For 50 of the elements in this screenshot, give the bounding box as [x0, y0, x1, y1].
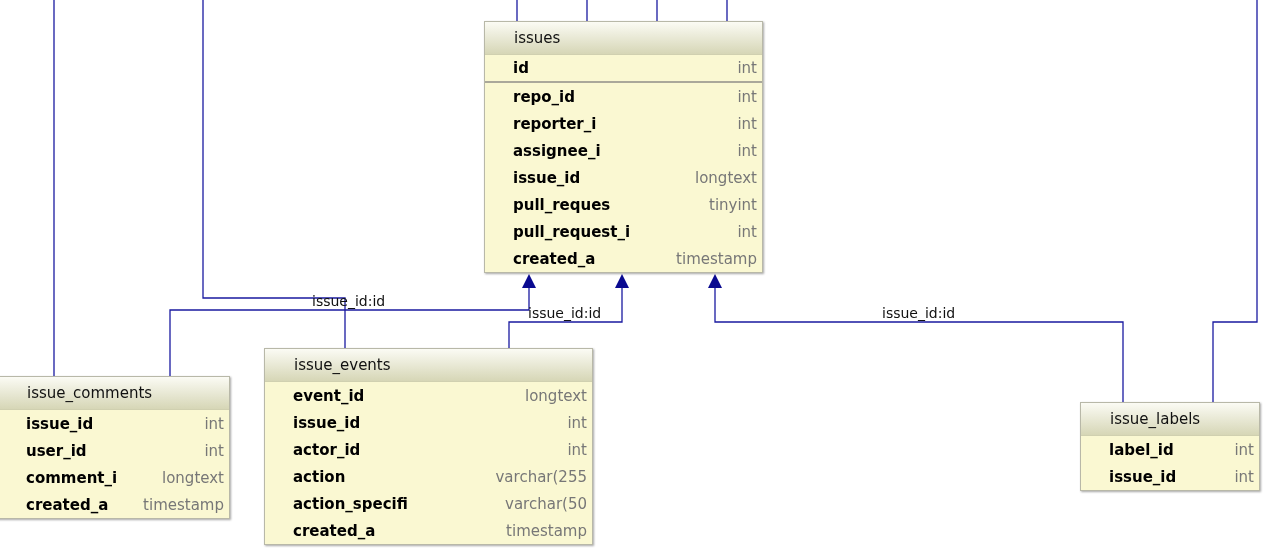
column-name: issue_id: [293, 413, 361, 432]
column-type: int: [204, 414, 224, 433]
column-name: actor_id: [293, 440, 361, 459]
column-name: repo_id: [513, 87, 575, 106]
column-name: pull_request_i: [513, 222, 631, 241]
column-type: int: [737, 87, 757, 106]
column-name: comment_i: [26, 468, 118, 487]
column-name: pull_reques: [513, 195, 611, 214]
connector-line: [726, 0, 728, 22]
column-name: issue_id: [26, 414, 94, 433]
column-type: timestamp: [676, 249, 757, 268]
relationship-label: issue_id:id: [528, 305, 602, 321]
column-type: timestamp: [143, 495, 224, 514]
column-type: longtext: [162, 468, 224, 487]
column-type: longtext: [525, 386, 587, 405]
column-type: int: [737, 114, 757, 133]
connector-line: [656, 0, 658, 22]
column-name: action_specifi: [293, 494, 408, 513]
column-type: varchar(50: [505, 494, 587, 513]
connector-line: [516, 0, 518, 22]
column-name: issue_id: [1109, 467, 1177, 486]
column-type: int: [567, 440, 587, 459]
column-type: timestamp: [506, 521, 587, 540]
table-header: issue_labels: [1081, 403, 1259, 436]
column-name: label_id: [1109, 440, 1174, 459]
table-header: issues: [485, 22, 762, 55]
column-type: int: [737, 222, 757, 241]
column-name: reporter_i: [513, 114, 597, 133]
column-type: int: [567, 413, 587, 432]
column-type: int: [204, 441, 224, 460]
column-type: varchar(255: [495, 467, 587, 486]
column-type: longtext: [695, 168, 757, 187]
column-type: int: [1234, 467, 1254, 486]
column-name: event_id: [293, 386, 365, 405]
relationship-label: issue_id:id: [882, 305, 956, 321]
column-type: int: [1234, 440, 1254, 459]
column-name: issue_id: [513, 168, 581, 187]
column-name: id: [513, 59, 529, 77]
column-type: int: [737, 59, 757, 77]
connector-line: [586, 0, 588, 22]
column-name: assignee_i: [513, 141, 601, 160]
column-type: int: [737, 141, 757, 160]
column-name: created_a: [293, 521, 376, 540]
column-type: tinyint: [709, 195, 757, 214]
column-name: created_a: [26, 495, 109, 514]
column-name: action: [293, 467, 346, 486]
column-name: created_a: [513, 249, 596, 268]
table-header: issue_comments: [0, 377, 229, 410]
column-name: user_id: [26, 441, 87, 460]
table-header: issue_events: [265, 349, 592, 382]
